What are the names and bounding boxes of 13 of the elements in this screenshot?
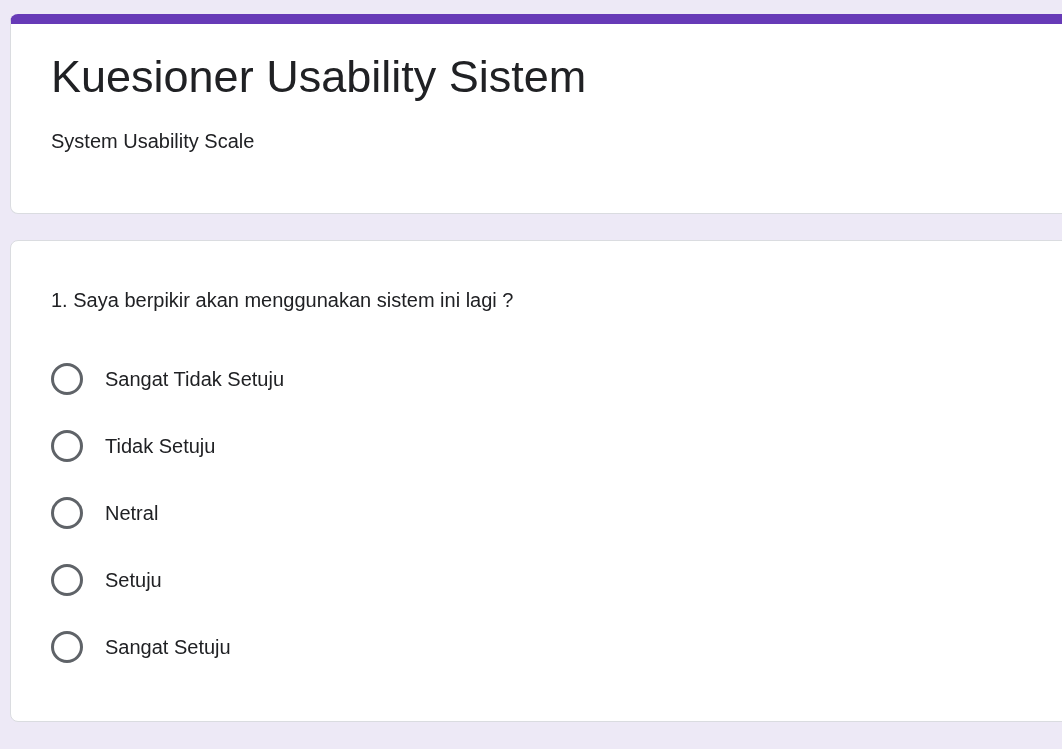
radio-button[interactable] bbox=[51, 563, 83, 596]
option-label[interactable]: Tidak Setuju bbox=[105, 430, 216, 461]
option-label[interactable]: Setuju bbox=[105, 564, 162, 595]
radio-button[interactable] bbox=[51, 362, 83, 395]
question-text: 1. Saya berpikir akan menggunakan sistem ini lagi ? bbox=[51, 288, 515, 313]
option-label[interactable]: Sangat Setuju bbox=[105, 631, 231, 662]
radio-button[interactable] bbox=[51, 496, 83, 529]
form-title: Kuesioner Usability Sistem bbox=[51, 50, 588, 104]
radio-button[interactable] bbox=[51, 630, 83, 663]
radio-button[interactable] bbox=[51, 429, 83, 462]
option-label[interactable]: Netral bbox=[105, 497, 159, 528]
option-label[interactable]: Sangat Tidak Setuju bbox=[105, 363, 284, 394]
form-description: System Usability Scale bbox=[51, 129, 256, 154]
